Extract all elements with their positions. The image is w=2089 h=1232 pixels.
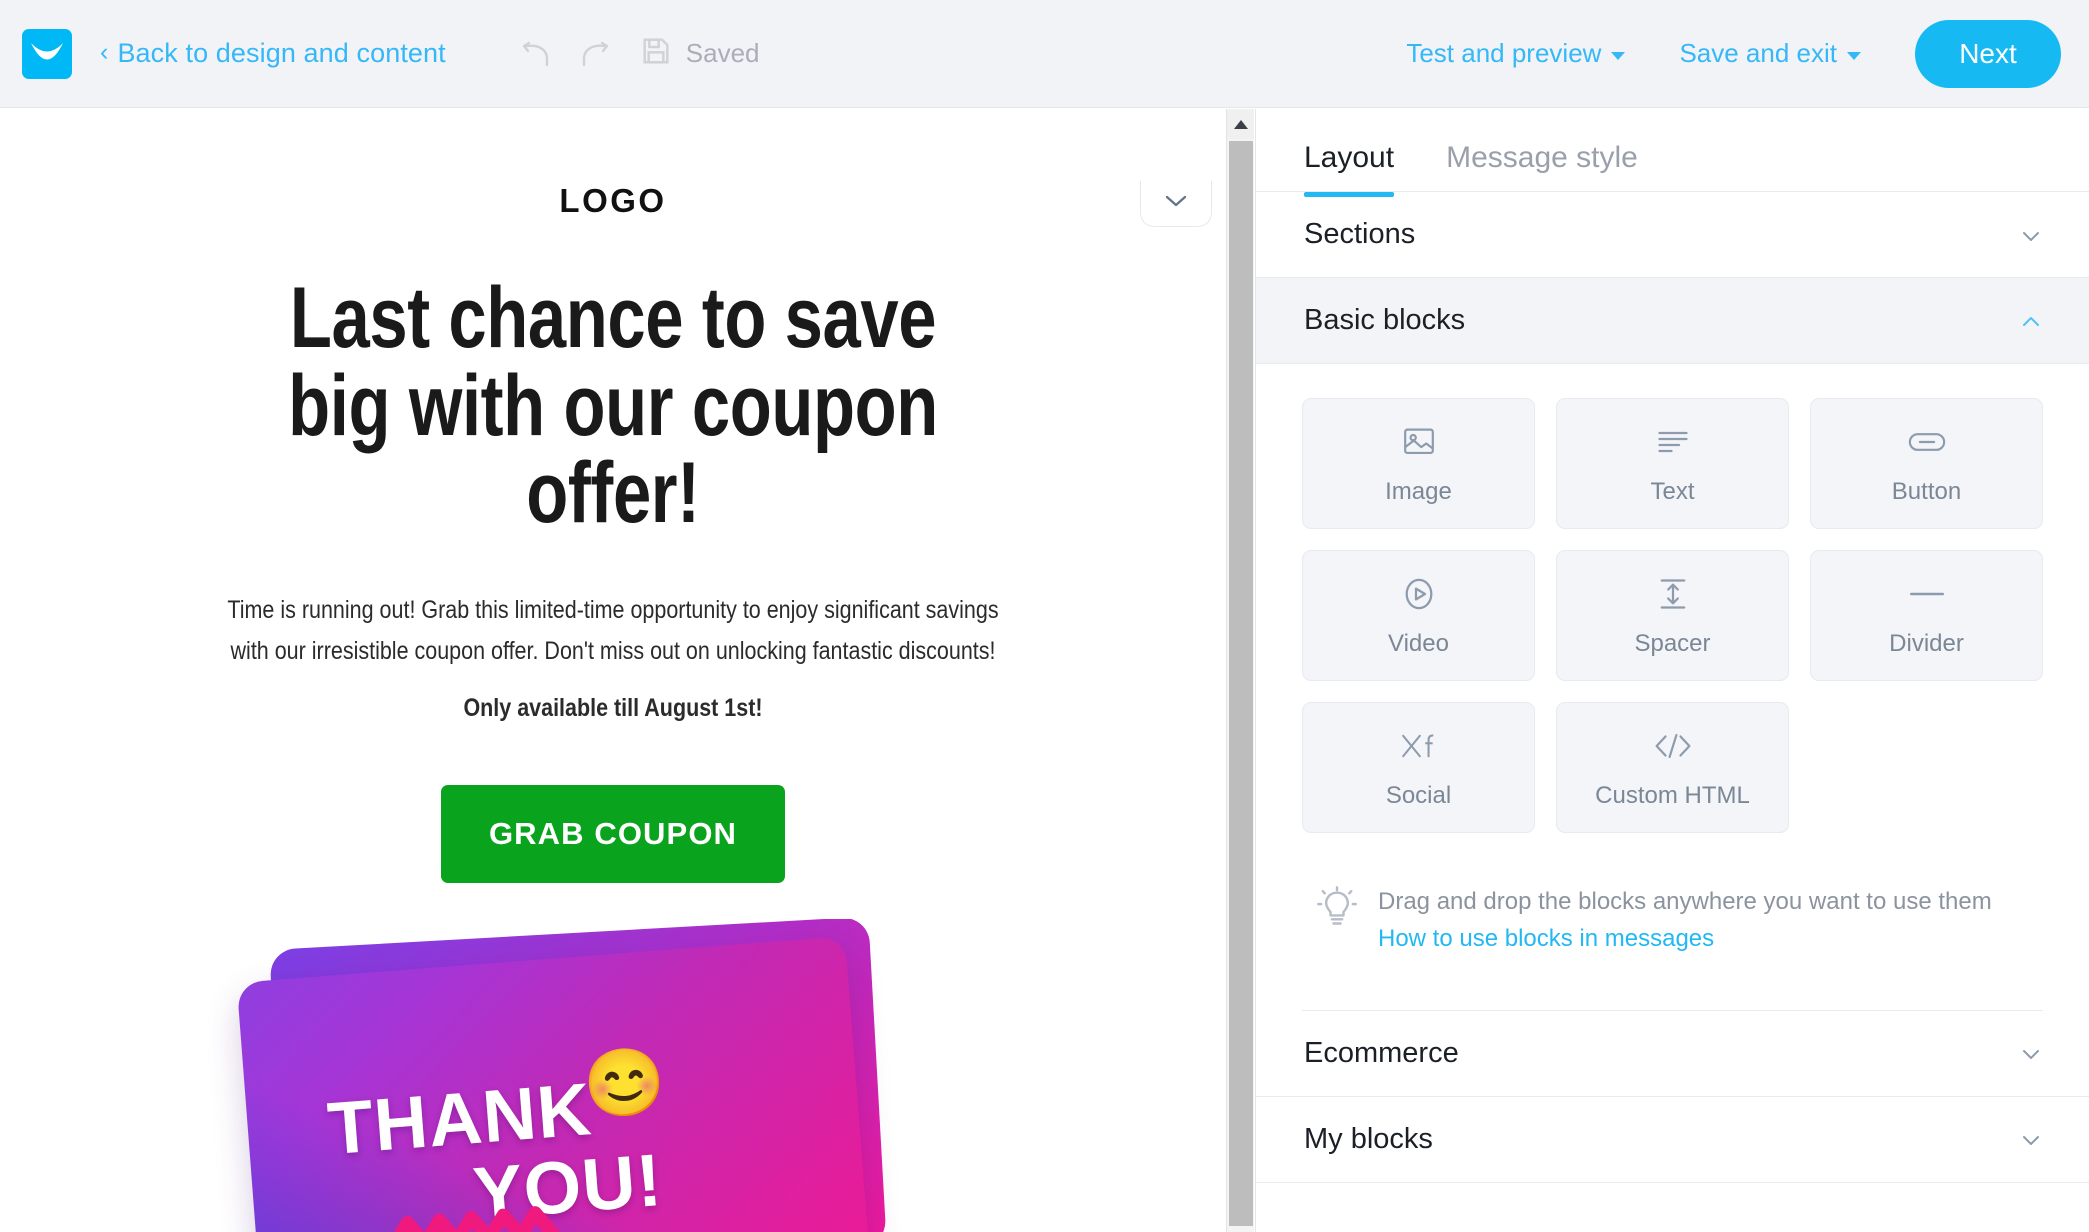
play-circle-icon: [1402, 573, 1436, 615]
chevron-up-icon: [2019, 309, 2043, 333]
blocks-tip: Drag and drop the blocks anywhere you wa…: [1316, 885, 2043, 957]
email-message-body: LOGO Last chance to save big with our co…: [0, 181, 1226, 1232]
chevron-down-icon: [2019, 1127, 2043, 1151]
undo-arrow-icon[interactable]: [508, 25, 566, 83]
email-body-text[interactable]: Time is running out! Grab this limited-t…: [209, 590, 1017, 729]
blocks-tip-text: Drag and drop the blocks anywhere you wa…: [1378, 888, 1992, 915]
getresponse-envelope-logo-icon[interactable]: [22, 28, 72, 79]
block-custom-html[interactable]: Custom HTML: [1556, 702, 1789, 833]
save-and-exit-dropdown[interactable]: Save and exit: [1679, 38, 1861, 69]
email-headline[interactable]: Last chance to save big with our coupon …: [277, 274, 949, 538]
tab-message-style[interactable]: Message style: [1446, 141, 1638, 197]
social-x-facebook-icon: [1397, 725, 1441, 767]
accordion-my-blocks[interactable]: My blocks: [1256, 1096, 2089, 1183]
redo-arrow-icon[interactable]: [566, 25, 624, 83]
block-button[interactable]: Button: [1810, 398, 2043, 529]
block-divider-label: Divider: [1889, 630, 1964, 657]
scroll-up-arrow-icon[interactable]: [1227, 109, 1254, 139]
accordion-ecommerce[interactable]: Ecommerce: [1256, 1010, 2089, 1097]
block-image-label: Image: [1385, 478, 1452, 505]
chevron-down-icon: [2019, 223, 2043, 247]
email-cta-wrapper: GRAB COUPON: [0, 784, 1226, 883]
block-spacer[interactable]: Spacer: [1556, 550, 1789, 681]
scrollbar-thumb[interactable]: [1229, 141, 1253, 1226]
accordion-basic-blocks[interactable]: Basic blocks: [1256, 278, 2089, 364]
chevron-down-icon: [2019, 1041, 2043, 1065]
email-body-paragraph: Time is running out! Grab this limited-t…: [227, 596, 999, 665]
vertical-arrows-icon: [1657, 573, 1689, 615]
test-and-preview-dropdown[interactable]: Test and preview: [1406, 38, 1626, 69]
horizontal-line-icon: [1907, 573, 1947, 615]
block-social[interactable]: Social: [1302, 702, 1535, 833]
accordion-sections-label: Sections: [1304, 218, 1416, 250]
block-social-label: Social: [1385, 782, 1452, 809]
thank-you-card-image[interactable]: THANK YOU! 😊: [0, 918, 1226, 1232]
top-toolbar: ‹ Back to design and content Saved Test …: [0, 0, 2089, 108]
block-video[interactable]: Video: [1302, 550, 1535, 681]
accordion-my-blocks-label: My blocks: [1304, 1122, 1433, 1155]
basic-blocks-body: Image Text Button Video Spacer Divider S…: [1256, 364, 2089, 1011]
history-controls: Saved: [508, 25, 760, 83]
saved-label: Saved: [685, 38, 760, 68]
grab-coupon-button[interactable]: GRAB COUPON: [440, 784, 786, 883]
block-text-label: Text: [1650, 478, 1695, 505]
back-chevron-icon: ‹: [100, 38, 109, 66]
save-and-exit-label: Save and exit: [1679, 38, 1837, 68]
next-button[interactable]: Next: [1915, 19, 2061, 88]
email-canvas[interactable]: LOGO Last chance to save big with our co…: [0, 109, 1226, 1232]
chevron-down-icon: [1847, 51, 1861, 60]
section-collapse-toggle[interactable]: [1140, 181, 1212, 227]
basic-blocks-section-divider: [1302, 957, 2043, 1011]
block-video-label: Video: [1388, 630, 1449, 657]
blocks-tip-text-wrapper: Drag and drop the blocks anywhere you wa…: [1378, 885, 1992, 957]
accordion-sections[interactable]: Sections: [1256, 192, 2089, 278]
basic-blocks-grid: Image Text Button Video Spacer Divider S…: [1302, 398, 2043, 833]
block-text[interactable]: Text: [1556, 398, 1789, 529]
back-to-design-link[interactable]: ‹ Back to design and content: [100, 38, 446, 69]
smiling-face-emoji-icon: 😊: [580, 1042, 669, 1123]
accordion-basic-blocks-label: Basic blocks: [1304, 304, 1466, 336]
chevron-down-icon: [1161, 192, 1191, 215]
accordion-ecommerce-label: Ecommerce: [1304, 1036, 1459, 1069]
floppy-disk-icon: [640, 35, 672, 72]
canvas-scrollbar[interactable]: [1226, 109, 1254, 1232]
back-link-label: Back to design and content: [117, 38, 446, 68]
right-side-panel: Layout Message style Sections Basic bloc…: [1255, 109, 2089, 1232]
block-button-label: Button: [1891, 478, 1962, 505]
image-icon: [1401, 421, 1437, 463]
button-pill-icon: [1907, 421, 1947, 463]
block-spacer-label: Spacer: [1634, 630, 1711, 657]
thank-you-card-front-layer: THANK YOU! 😊: [236, 935, 870, 1232]
block-custom-html-label: Custom HTML: [1595, 782, 1750, 809]
panel-tabs: Layout Message style: [1256, 109, 2089, 197]
text-lines-icon: [1655, 421, 1691, 463]
how-to-use-blocks-link[interactable]: How to use blocks in messages: [1378, 922, 1992, 957]
tab-layout[interactable]: Layout: [1304, 141, 1395, 197]
lightbulb-icon: [1316, 885, 1358, 936]
email-body-emphasis: Only available till August 1st!: [463, 694, 763, 723]
code-brackets-icon: [1652, 725, 1694, 767]
block-image[interactable]: Image: [1302, 398, 1535, 529]
test-and-preview-label: Test and preview: [1406, 38, 1602, 68]
email-logo-placeholder[interactable]: LOGO: [0, 182, 1226, 220]
save-status: Saved: [640, 35, 760, 72]
chevron-down-icon: [1611, 51, 1626, 60]
block-divider[interactable]: Divider: [1810, 550, 2043, 681]
